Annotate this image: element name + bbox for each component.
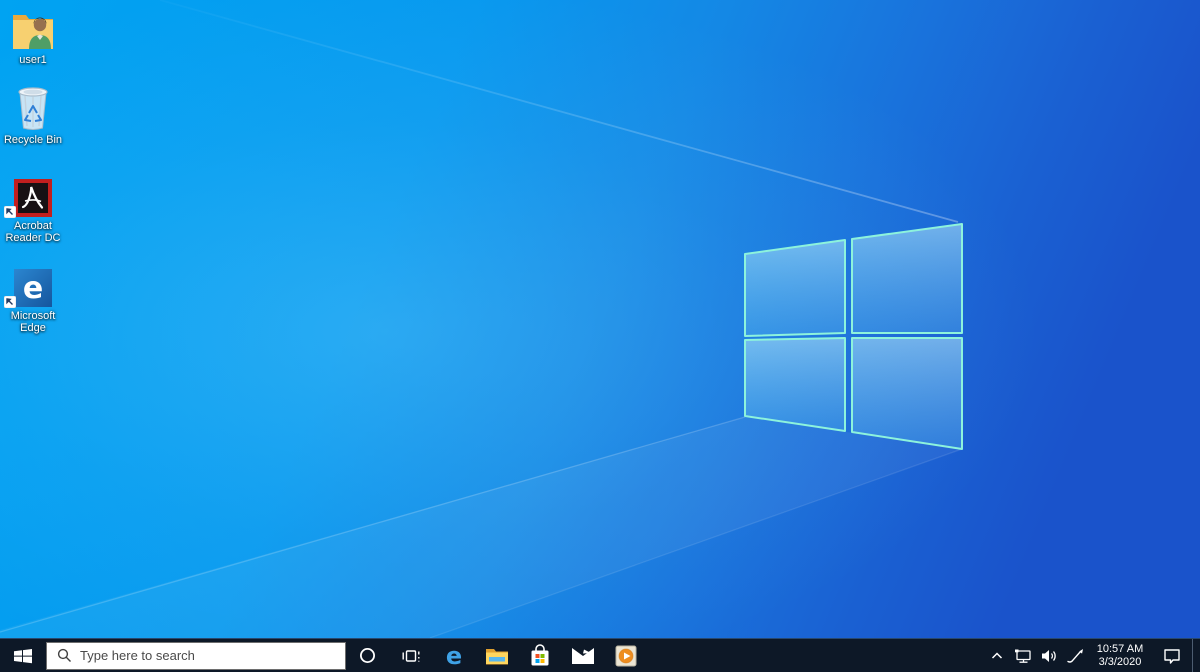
media-player-button[interactable] bbox=[604, 639, 647, 672]
acrobat-reader-icon bbox=[2, 176, 64, 218]
file-explorer-icon bbox=[485, 648, 508, 664]
action-center-button[interactable] bbox=[1152, 639, 1192, 672]
action-center-icon bbox=[1164, 648, 1180, 664]
svg-text:e: e bbox=[445, 643, 461, 669]
user-folder-icon bbox=[2, 6, 64, 52]
shortcut-arrow-icon bbox=[4, 206, 16, 218]
hidden-icons-button[interactable] bbox=[984, 639, 1010, 672]
volume-tray-button[interactable] bbox=[1036, 639, 1062, 672]
task-view-icon bbox=[402, 649, 419, 662]
search-icon bbox=[57, 648, 71, 662]
network-icon bbox=[1015, 649, 1031, 663]
windows-start-icon bbox=[14, 648, 32, 663]
start-button[interactable] bbox=[0, 639, 46, 672]
desktop-icon-label: Microsoft Edge bbox=[10, 310, 56, 334]
windows-light-wallpaper bbox=[0, 0, 1200, 638]
desktop-icon-recycle-bin[interactable]: Recycle Bin bbox=[2, 82, 64, 146]
volume-icon bbox=[1042, 649, 1056, 662]
desktop-icon-acrobat-reader[interactable]: Acrobat Reader DC bbox=[2, 176, 64, 244]
hidden-icons-chevron-icon bbox=[991, 651, 1003, 659]
desktop-icon-microsoft-edge[interactable]: e Microsoft Edge bbox=[2, 266, 64, 334]
edge-taskbar-button[interactable]: e bbox=[432, 639, 475, 672]
cortana-button[interactable] bbox=[346, 639, 389, 672]
microsoft-store-button[interactable] bbox=[518, 639, 561, 672]
desktop-icon-label: Recycle Bin bbox=[3, 134, 63, 146]
edge-icon: e bbox=[445, 643, 461, 669]
desktop-icon-label: user1 bbox=[19, 54, 47, 66]
desktop-icon-user1[interactable]: user1 bbox=[2, 6, 64, 66]
taskbar: e bbox=[0, 638, 1200, 672]
show-desktop-button[interactable] bbox=[1192, 638, 1200, 672]
microsoft-store-icon bbox=[531, 643, 548, 665]
task-view-button[interactable] bbox=[389, 639, 432, 672]
windows-ink-tray-button[interactable] bbox=[1062, 639, 1088, 672]
clock-date: 3/3/2020 bbox=[1098, 656, 1142, 668]
svg-text:e: e bbox=[23, 271, 43, 306]
mail-button[interactable] bbox=[561, 639, 604, 672]
taskbar-clock[interactable]: 10:57 AM 3/3/2020 bbox=[1088, 642, 1152, 669]
search-input[interactable] bbox=[80, 643, 345, 668]
shortcut-arrow-icon bbox=[4, 296, 16, 308]
recycle-bin-icon bbox=[2, 82, 64, 132]
cortana-icon bbox=[360, 648, 375, 663]
taskbar-search[interactable] bbox=[46, 641, 346, 670]
network-tray-button[interactable] bbox=[1010, 639, 1036, 672]
screen: user1 Recycle Bin Acrobat Reader DC e Mi… bbox=[0, 0, 1200, 672]
media-player-icon bbox=[615, 645, 636, 666]
pen-icon bbox=[1067, 648, 1084, 663]
clock-time: 10:57 AM bbox=[1096, 643, 1144, 655]
edge-icon: e bbox=[2, 266, 64, 308]
mail-icon bbox=[571, 647, 594, 664]
desktop-icon-label: Acrobat Reader DC bbox=[5, 220, 61, 244]
desktop-background[interactable]: user1 Recycle Bin Acrobat Reader DC e Mi… bbox=[0, 0, 1200, 638]
file-explorer-button[interactable] bbox=[475, 639, 518, 672]
